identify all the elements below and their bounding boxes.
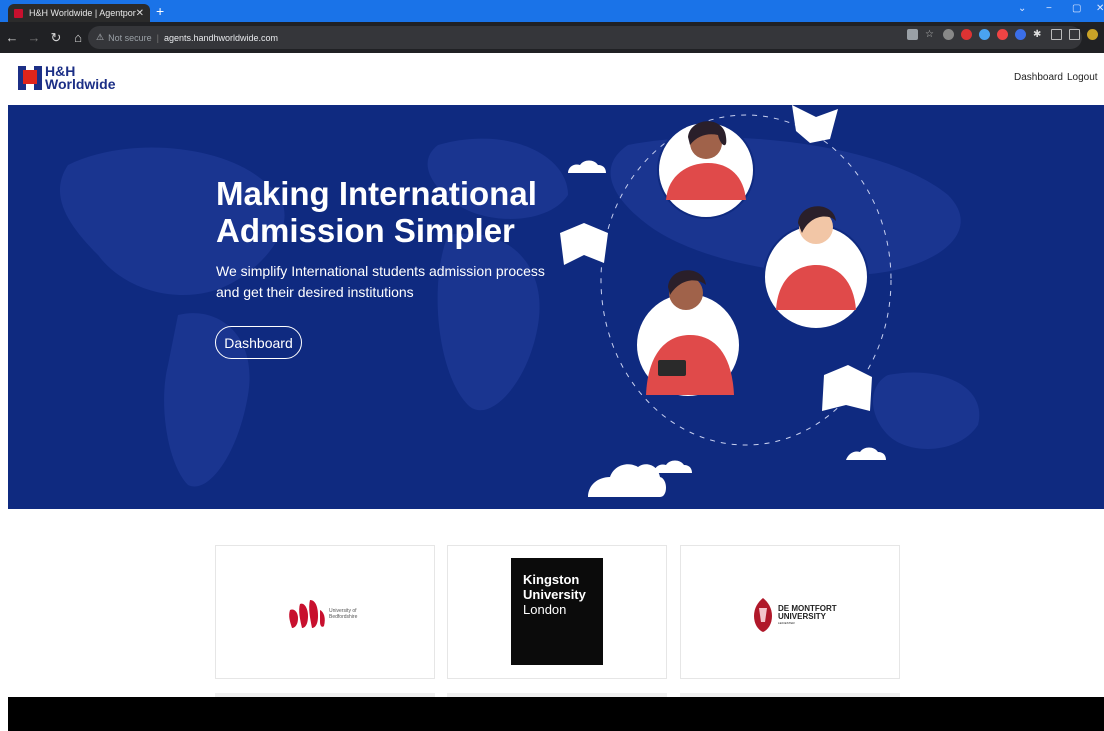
side-panel-icon[interactable]: [1069, 29, 1080, 40]
site-header: H&H Worldwide Dashboard Logout: [0, 53, 1104, 105]
tab-search-icon[interactable]: ⌄: [1018, 3, 1026, 14]
profile-avatar-icon[interactable]: [1087, 29, 1098, 40]
hero-title: Making International Admission Simpler: [216, 175, 576, 249]
hh-worldwide-logo[interactable]: H&H Worldwide: [18, 64, 116, 92]
university-card-de-montfort[interactable]: DE MONTFORT UNIVERSITY LEICESTER: [680, 545, 900, 679]
extensions-puzzle-icon[interactable]: ✱: [1033, 29, 1044, 40]
hero-banner: Making International Admission Simpler W…: [8, 105, 1104, 509]
home-icon[interactable]: ⌂: [68, 30, 88, 45]
de-montfort-crest-icon: [754, 598, 772, 632]
hero-subtitle: We simplify International students admis…: [216, 263, 545, 300]
warning-icon: ⚠: [96, 32, 105, 42]
security-label: Not secure: [108, 32, 152, 43]
browser-tab-strip: H&H Worldwide | Agentportal ✕ + ⌄ − ▢ ✕: [0, 0, 1104, 22]
extension-icons: ☆ ✱: [907, 29, 1098, 40]
tab-close-icon[interactable]: ✕: [136, 8, 144, 19]
nav-logout-link[interactable]: Logout: [1067, 72, 1098, 83]
hh-logo-mark-icon: [18, 66, 42, 90]
share-icon[interactable]: [907, 29, 918, 40]
students-illustration: [560, 105, 892, 497]
student-avatar-right: [763, 206, 869, 330]
extension-camera-icon[interactable]: [943, 29, 954, 40]
kingston-name-line2: University: [523, 587, 586, 602]
cast-icon[interactable]: [1051, 29, 1062, 40]
bottom-black-bar: [8, 697, 1104, 731]
de-montfort-name-line2: UNIVERSITY: [778, 611, 827, 621]
url-text: agents.handhworldwide.com: [163, 32, 279, 43]
restore-icon[interactable]: ▢: [1072, 3, 1081, 14]
bedfordshire-mark-icon: [289, 600, 325, 628]
address-separator: |: [156, 32, 159, 43]
bedfordshire-name: University of Bedfordshire: [329, 608, 357, 620]
student-avatar-top: [657, 121, 755, 219]
bookmark-star-icon[interactable]: ☆: [925, 29, 936, 40]
extension-shield-icon[interactable]: [1015, 29, 1026, 40]
extension-blue-icon[interactable]: [979, 29, 990, 40]
kingston-name-line1: Kingston: [523, 572, 580, 587]
hero-title-line1: Making International: [216, 175, 537, 212]
nav-dashboard-link[interactable]: Dashboard: [1014, 72, 1063, 83]
new-tab-button[interactable]: +: [156, 3, 164, 19]
site-favicon-icon: [14, 8, 23, 18]
reload-icon[interactable]: ↻: [46, 30, 66, 46]
student-avatar-left: [635, 270, 741, 398]
hero-title-line2: Admission Simpler: [216, 212, 515, 249]
logo-line2: Worldwide: [45, 76, 116, 92]
extension-red-icon[interactable]: [961, 29, 972, 40]
de-montfort-name-line3: LEICESTER: [778, 620, 795, 625]
university-card-bedfordshire[interactable]: University of Bedfordshire: [215, 545, 435, 679]
university-card-kingston[interactable]: Kingston University London: [447, 545, 667, 679]
de-montfort-logo: DE MONTFORT UNIVERSITY LEICESTER: [752, 598, 837, 632]
forward-icon[interactable]: →: [24, 30, 44, 45]
extension-red-circle-icon[interactable]: [997, 29, 1008, 40]
de-montfort-name: DE MONTFORT UNIVERSITY LEICESTER: [778, 604, 837, 626]
hero-dashboard-button[interactable]: Dashboard: [215, 326, 302, 359]
bedfordshire-logo: University of Bedfordshire: [288, 598, 357, 630]
close-window-icon[interactable]: ✕: [1096, 3, 1104, 14]
kingston-name-line3: London: [523, 602, 567, 617]
tab-title: H&H Worldwide | Agentportal: [29, 8, 136, 18]
logo-text: H&H Worldwide: [45, 64, 116, 92]
browser-tab[interactable]: H&H Worldwide | Agentportal ✕: [8, 4, 150, 22]
bedfordshire-name-line2: Bedfordshire: [329, 614, 358, 620]
kingston-logo: Kingston University London: [511, 558, 603, 665]
back-icon[interactable]: ←: [2, 30, 22, 45]
minimize-icon[interactable]: −: [1046, 3, 1052, 14]
